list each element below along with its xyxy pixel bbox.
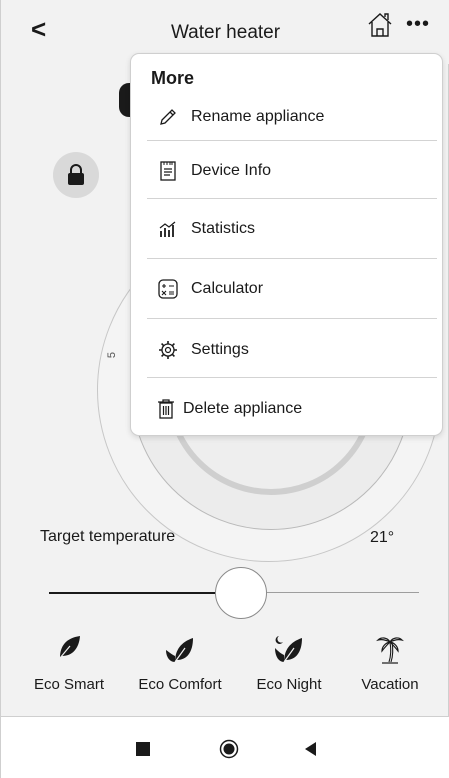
more-button[interactable]: •••	[401, 14, 435, 38]
trash-icon	[158, 399, 174, 419]
menu-item-label: Rename appliance	[191, 108, 325, 125]
dial-scale-label: 5	[106, 351, 119, 359]
system-nav-bar	[1, 716, 449, 778]
menu-item-device-info[interactable]: Device Info	[131, 151, 444, 191]
mode-eco-smart[interactable]: Eco Smart	[19, 632, 119, 698]
mode-label: Eco Night	[256, 676, 322, 693]
more-menu: More Rename appliance Device Info Statis…	[130, 53, 443, 436]
pencil-icon	[160, 109, 176, 125]
device-info-icon	[160, 161, 176, 181]
mode-eco-night[interactable]: Eco Night	[239, 632, 339, 698]
lock-icon	[68, 164, 84, 185]
menu-item-label: Calculator	[191, 280, 264, 297]
temperature-slider[interactable]	[49, 566, 419, 620]
home-icon	[368, 13, 392, 37]
menu-item-rename-appliance[interactable]: Rename appliance	[131, 97, 444, 137]
calculator-icon	[158, 279, 178, 299]
menu-item-label: Delete appliance	[183, 400, 303, 417]
mode-label: Eco Comfort	[138, 676, 222, 693]
leaf-pot-icon	[166, 638, 193, 663]
leaf-moon-icon	[275, 636, 302, 663]
menu-divider	[147, 377, 437, 378]
slider-thumb[interactable]	[215, 567, 268, 619]
palm-tree-icon	[376, 637, 404, 664]
circle-icon	[219, 739, 239, 759]
menu-divider	[147, 318, 437, 319]
app-screen: < Water heater ••• 5 More Rename applian…	[0, 0, 449, 778]
menu-divider	[147, 198, 437, 199]
mode-label: Vacation	[361, 676, 419, 693]
menu-item-label: Device Info	[191, 162, 272, 179]
gear-icon	[159, 341, 177, 359]
square-icon	[136, 742, 150, 756]
mode-eco-comfort[interactable]: Eco Comfort	[130, 632, 230, 698]
menu-divider	[147, 258, 437, 259]
target-temperature-label: Target temperature	[40, 528, 176, 545]
home-button[interactable]	[365, 10, 395, 40]
menu-divider	[147, 140, 437, 141]
triangle-back-icon	[305, 742, 316, 756]
menu-item-label: Settings	[191, 341, 249, 358]
recents-button[interactable]	[136, 742, 156, 762]
back-nav-button[interactable]	[303, 741, 323, 761]
menu-title: More	[151, 68, 195, 88]
lock-button[interactable]	[53, 152, 99, 198]
statistics-icon	[159, 221, 176, 237]
menu-item-label: Statistics	[191, 220, 256, 237]
menu-item-settings[interactable]: Settings	[131, 330, 444, 370]
menu-item-statistics[interactable]: Statistics	[131, 209, 444, 249]
target-temperature-value: 21°	[370, 529, 395, 546]
menu-item-calculator[interactable]: Calculator	[131, 269, 444, 309]
slider-track	[267, 592, 419, 593]
slider-fill	[49, 592, 216, 594]
mode-label: Eco Smart	[33, 676, 105, 693]
mode-vacation[interactable]: Vacation	[340, 632, 440, 698]
home-nav-button[interactable]	[219, 739, 239, 759]
menu-item-delete-appliance[interactable]: Delete appliance	[131, 389, 444, 429]
leaf-icon	[59, 636, 80, 659]
